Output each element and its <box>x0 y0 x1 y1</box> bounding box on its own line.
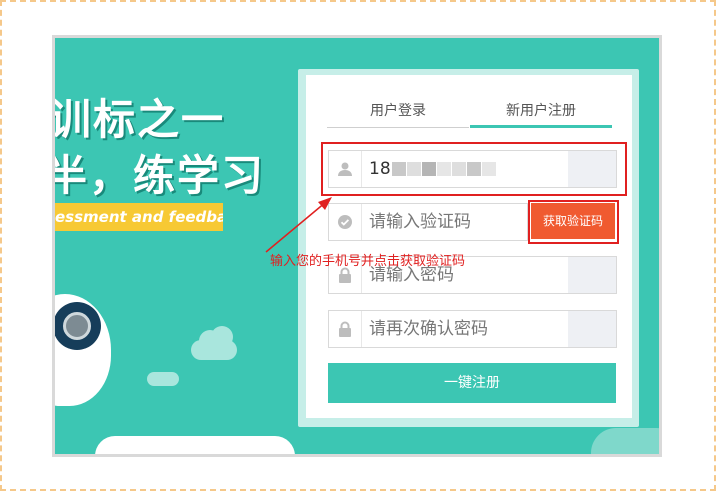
hero-banner: essment and feedback! <box>55 203 223 231</box>
rocket-window <box>63 312 91 340</box>
annotation-text: 输入您的手机号并点击获取验证码 <box>270 254 466 269</box>
cloud-decoration <box>591 428 659 454</box>
password-field-addon <box>568 257 616 293</box>
cloud-decoration <box>147 372 179 386</box>
verification-code-placeholder: 请输入验证码 <box>369 212 471 232</box>
confirm-password-placeholder: 请再次确认密码 <box>369 319 488 339</box>
confirm-field-addon <box>568 311 616 347</box>
phone-highlight-box <box>321 142 627 196</box>
hero-title-line2: 半，练学习 <box>52 151 266 200</box>
form-tabs: 用户登录 新用户注册 <box>327 98 612 128</box>
code-button-highlight-box <box>528 200 619 244</box>
lock-icon <box>329 311 362 347</box>
hero-title-line1: 训标之一 <box>52 95 226 144</box>
tab-login[interactable]: 用户登录 <box>327 98 469 128</box>
register-button[interactable]: 一键注册 <box>328 363 616 403</box>
tab-register[interactable]: 新用户注册 <box>470 98 612 128</box>
verification-code-field[interactable]: 请输入验证码 <box>328 203 528 241</box>
confirm-password-field[interactable]: 请再次确认密码 <box>328 310 617 348</box>
cloud-decoration <box>191 326 237 360</box>
cloud-decoration <box>95 436 295 454</box>
